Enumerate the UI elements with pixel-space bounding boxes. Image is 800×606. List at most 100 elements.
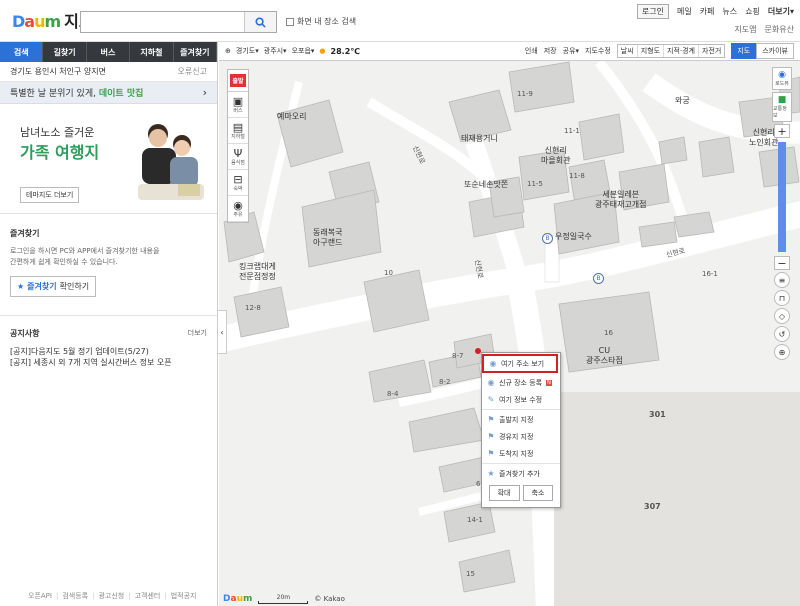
- building-number: 6: [476, 480, 481, 488]
- category-lodging[interactable]: ⊟ 숙박: [228, 170, 248, 196]
- category-restaurant-label: 음식점: [231, 159, 245, 166]
- start-point-button[interactable]: 출발: [228, 70, 248, 92]
- nav-map-app[interactable]: 지도앱: [734, 24, 756, 35]
- collapse-panel-button[interactable]: ‹: [218, 310, 227, 354]
- menu-add-favorite[interactable]: ★ 즐겨찾기 추가: [482, 465, 560, 482]
- notice-item[interactable]: [공지] 세종시 외 7개 지역 실시간버스 정보 오픈: [10, 357, 207, 368]
- traffic-button[interactable]: ■ 교통정보: [772, 92, 792, 122]
- sun-icon: ●: [319, 47, 326, 55]
- poi-label[interactable]: 킹크랩대게 전문점정정: [239, 262, 276, 282]
- login-button[interactable]: 로그인: [636, 4, 669, 19]
- tab-favorites[interactable]: 즐겨찾기: [174, 42, 218, 62]
- menu-edit-info[interactable]: ✎ 여기 정보 수정: [482, 391, 560, 408]
- poi-label[interactable]: 예마오리: [277, 112, 306, 122]
- temperature[interactable]: 28.2℃: [331, 47, 360, 56]
- poi-label[interactable]: 우정일국수: [555, 232, 592, 242]
- menu-set-destination[interactable]: ⚑ 도착지 지정: [482, 445, 560, 462]
- zoom-out-button[interactable]: −: [774, 256, 790, 270]
- nav-cafe[interactable]: 카페: [700, 6, 715, 17]
- layer-terrain[interactable]: 지형도: [638, 45, 665, 57]
- favorites-check-button[interactable]: ★ 즐겨찾기 확인하기: [10, 276, 97, 297]
- map-canvas[interactable]: [219, 42, 800, 606]
- tab-subway[interactable]: 지하철: [130, 42, 174, 62]
- bus-stop-icon[interactable]: B: [593, 273, 604, 284]
- footer-link-search-register[interactable]: 검색등록: [62, 591, 88, 601]
- theme-banner[interactable]: 남녀노소 즐거운 가족 여행지 테마지도 더보기: [0, 104, 217, 214]
- promo-main: 특별한 날 분위기 있게,: [10, 89, 96, 99]
- bus-stop-icon[interactable]: B: [542, 233, 553, 244]
- category-subway[interactable]: ▤ 지하철: [228, 118, 248, 144]
- notice-more-link[interactable]: 더보기: [188, 328, 207, 346]
- nav-mail[interactable]: 메일: [677, 6, 692, 17]
- footer-link-support[interactable]: 고객센터: [135, 591, 161, 601]
- target-icon[interactable]: ⊕: [225, 47, 231, 55]
- map-view[interactable]: ⊕ 경기도▾ 광주시▾ 오포읍▾ ● 28.2℃ 인쇄 저장 공유▾ 지도수정 …: [219, 42, 800, 606]
- layer-weather[interactable]: 날씨: [618, 45, 638, 57]
- nav-more[interactable]: 더보기▾: [768, 6, 794, 17]
- poi-label[interactable]: 동래복국 아구랜드: [313, 228, 342, 248]
- menu-register-place-label: 신규 장소 등록: [499, 378, 543, 387]
- nav-news[interactable]: 뉴스: [722, 6, 737, 17]
- menu-add-favorite-label: 즐겨찾기 추가: [499, 469, 540, 478]
- poi-label[interactable]: 세븐일레븐 광주태재고개점: [595, 190, 647, 210]
- save-button[interactable]: 저장: [544, 46, 557, 56]
- search-button[interactable]: [244, 12, 276, 32]
- menu-set-waypoint[interactable]: ⚑ 경유지 지정: [482, 428, 560, 445]
- region-province[interactable]: 경기도▾: [236, 46, 259, 56]
- menu-register-place[interactable]: ◉ 신규 장소 등록 N: [482, 374, 560, 391]
- layer-bicycle[interactable]: 자전거: [699, 45, 724, 57]
- notice-list: [공지]다음지도 5월 정기 업데이트(5/27) [공지] 세종시 외 7개 …: [10, 346, 207, 368]
- location-pin-icon: ◉: [489, 359, 497, 368]
- building-number: 8-2: [439, 378, 451, 386]
- flag-icon: ⚑: [487, 449, 495, 458]
- roadview-icon: ◉: [778, 70, 786, 80]
- search-box: [80, 11, 277, 33]
- search-scope-option[interactable]: 화면 내 장소 검색: [286, 16, 356, 27]
- edit-map-button[interactable]: 지도수정: [585, 46, 611, 56]
- map-type-skyview[interactable]: 스카이뷰: [756, 43, 794, 59]
- menu-set-origin[interactable]: ⚑ 출발지 지정: [482, 411, 560, 428]
- area-icon[interactable]: ◇: [774, 308, 790, 324]
- tab-bus[interactable]: 버스: [87, 42, 131, 62]
- menu-view-address[interactable]: ◉ 여기 주소 보기: [482, 354, 558, 373]
- footer-link-legal[interactable]: 법적공지: [171, 591, 197, 601]
- footer-link-openapi[interactable]: 오픈API: [28, 591, 52, 601]
- poi-label[interactable]: 신현리 마을회관: [541, 146, 570, 166]
- menu-zoom-in-button[interactable]: 확대: [488, 485, 520, 501]
- footer-link-ad[interactable]: 광고신청: [98, 591, 124, 601]
- category-bus[interactable]: ▣ 버스: [228, 92, 248, 118]
- poi-label[interactable]: 또순네손맛쫀: [464, 180, 508, 190]
- scope-checkbox[interactable]: [286, 17, 294, 26]
- promo-bar[interactable]: 특별한 날 분위기 있게, 데이트 맛집 ›: [0, 82, 217, 104]
- category-gas[interactable]: ◉ 주유: [228, 196, 248, 222]
- map-type-map[interactable]: 지도: [731, 43, 757, 59]
- notice-title: 공지사항: [10, 329, 40, 338]
- refresh-icon[interactable]: ↺: [774, 326, 790, 342]
- print-button[interactable]: 인쇄: [525, 46, 538, 56]
- notice-item[interactable]: [공지]다음지도 5월 정기 업데이트(5/27): [10, 346, 207, 357]
- region-town[interactable]: 오포읍▾: [292, 46, 315, 56]
- roadview-button[interactable]: ◉ 로드뷰: [772, 67, 792, 90]
- distance-icon[interactable]: ⊓: [774, 290, 790, 306]
- poi-label[interactable]: 태재용거니: [461, 134, 498, 144]
- search-input[interactable]: [81, 12, 244, 32]
- menu-zoom-out-button[interactable]: 축소: [522, 485, 554, 501]
- layers-icon[interactable]: ≡: [774, 272, 790, 288]
- zoom-slider[interactable]: [778, 142, 786, 252]
- region-city[interactable]: 광주시▾: [264, 46, 287, 56]
- layer-cadastral[interactable]: 지적·경계: [664, 45, 700, 57]
- tab-directions[interactable]: 길찾기: [43, 42, 87, 62]
- share-button[interactable]: 공유▾: [563, 46, 579, 56]
- tab-search[interactable]: 검색: [0, 42, 44, 62]
- compass-icon[interactable]: ⊕: [774, 344, 790, 360]
- poi-label[interactable]: 와궁: [675, 96, 690, 106]
- poi-label[interactable]: CU 광주스타점: [586, 346, 623, 366]
- zoom-in-button[interactable]: +: [774, 124, 790, 138]
- nav-shopping[interactable]: 쇼핑: [745, 6, 760, 17]
- edit-icon: ✎: [487, 395, 495, 404]
- nav-heritage[interactable]: 문화유산: [765, 24, 794, 35]
- error-report-link[interactable]: 오류신고: [178, 66, 207, 77]
- new-badge: N: [546, 379, 552, 386]
- theme-map-more-button[interactable]: 테마지도 더보기: [20, 187, 80, 203]
- category-restaurant[interactable]: Ψ 음식점: [228, 144, 248, 170]
